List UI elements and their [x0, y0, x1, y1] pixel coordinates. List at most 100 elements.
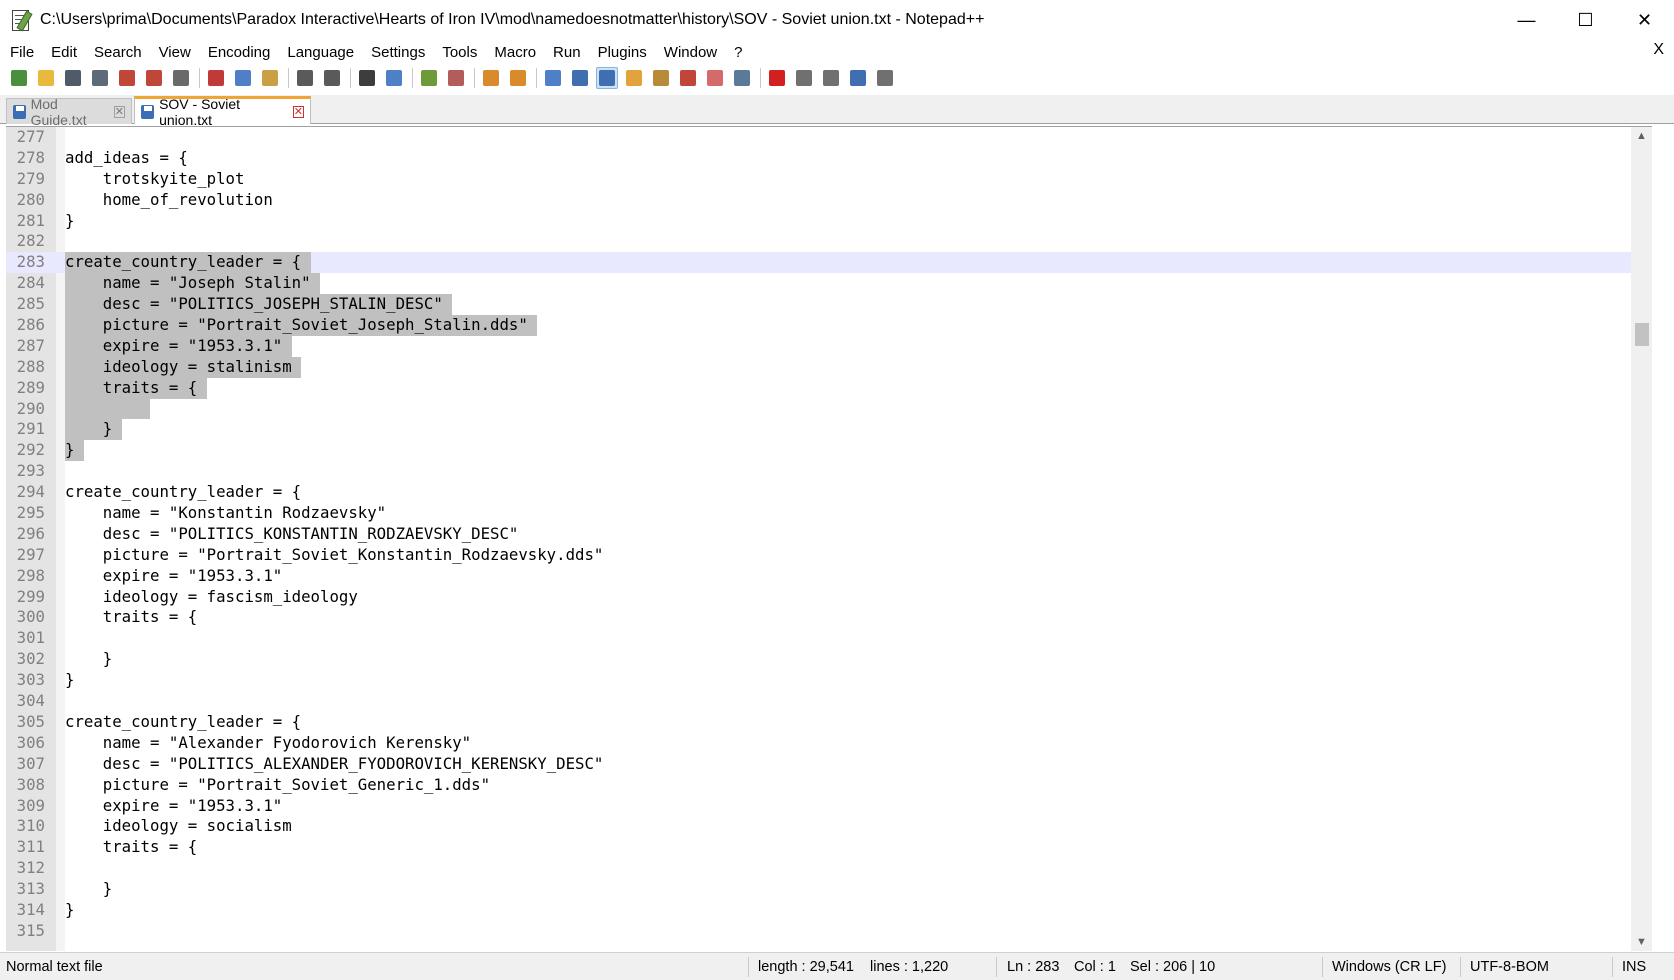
save-macro-button[interactable] [874, 67, 896, 89]
line-text[interactable]: expire = "1953.3.1" [65, 335, 292, 357]
code-line[interactable]: 286 picture = "Portrait_Soviet_Joseph_St… [6, 315, 1646, 336]
code-line[interactable]: 277 [6, 127, 1646, 148]
folder-workspace-button[interactable] [704, 67, 726, 89]
menu-run[interactable]: Run [543, 44, 588, 61]
menu-tools[interactable]: Tools [432, 44, 484, 61]
line-text[interactable]: create_country_leader = { [65, 252, 311, 274]
code-line[interactable]: 303} [6, 670, 1646, 691]
menu-file[interactable]: File [0, 44, 41, 61]
tab-mod-guide[interactable]: Mod Guide.txt ✕ [6, 96, 132, 128]
close-document-button[interactable]: X [1653, 41, 1664, 59]
line-text[interactable]: ideology = stalinism [65, 356, 302, 378]
code-line[interactable]: 302 } [6, 649, 1646, 670]
menu-settings[interactable]: Settings [361, 44, 432, 61]
menu-edit[interactable]: Edit [41, 44, 84, 61]
close-window-button[interactable]: ✕ [1615, 0, 1674, 40]
show-all-chars-button[interactable] [569, 67, 591, 89]
line-text[interactable]: expire = "1953.3.1" [65, 566, 282, 587]
line-text[interactable]: } [65, 419, 122, 441]
line-text[interactable]: } [65, 879, 112, 900]
code-line[interactable]: 293 [6, 461, 1646, 482]
line-text[interactable]: ideology = fascism_ideology [65, 587, 358, 608]
code-line[interactable]: 283 create_country_leader = { [6, 252, 1646, 274]
code-line[interactable]: 292} [6, 440, 1646, 462]
redo-button[interactable] [321, 67, 343, 89]
line-text[interactable]: traits = { [65, 607, 197, 628]
code-line[interactable]: 305 create_country_leader = { [6, 712, 1646, 733]
doc-map-button[interactable] [650, 67, 672, 89]
code-line[interactable]: 307 desc = "POLITICS_ALEXANDER_FYODOROVI… [6, 754, 1646, 775]
code-line[interactable]: 280 home_of_revolution [6, 190, 1646, 211]
record-macro-button[interactable] [766, 67, 788, 89]
code-line[interactable]: 279 trotskyite_plot [6, 169, 1646, 190]
function-list-button[interactable] [677, 67, 699, 89]
line-text[interactable]: } [65, 670, 74, 691]
code-line[interactable]: 282 [6, 231, 1646, 252]
code-line[interactable]: 297 picture = "Portrait_Soviet_Konstanti… [6, 545, 1646, 566]
line-text[interactable]: picture = "Portrait_Soviet_Joseph_Stalin… [65, 315, 538, 336]
open-file-button[interactable] [35, 67, 57, 89]
code-line[interactable]: 315 [6, 921, 1646, 942]
code-line[interactable]: 310 ideology = socialism [6, 816, 1646, 837]
copy-button[interactable] [232, 67, 254, 89]
code-line[interactable]: 301 [6, 628, 1646, 649]
cut-button[interactable] [205, 67, 227, 89]
language-button[interactable] [623, 67, 645, 89]
vertical-scrollbar[interactable]: ▲ ▼ [1631, 127, 1652, 951]
line-text[interactable]: traits = { [65, 837, 197, 858]
close-all-button[interactable] [143, 67, 165, 89]
line-text[interactable]: trotskyite_plot [65, 169, 245, 190]
line-text[interactable]: picture = "Portrait_Soviet_Konstantin_Ro… [65, 545, 604, 566]
code-line[interactable]: 313 } [6, 879, 1646, 900]
maximize-button[interactable]: ☐ [1556, 0, 1615, 40]
menu-language[interactable]: Language [277, 44, 361, 61]
indent-guide-button[interactable] [596, 67, 618, 89]
code-line[interactable]: 291 } [6, 419, 1646, 441]
line-text[interactable]: desc = "POLITICS_KONSTANTIN_RODZAEVSKY_D… [65, 524, 519, 545]
find-button[interactable] [356, 67, 378, 89]
tab-close-icon[interactable]: ✕ [292, 105, 305, 118]
line-text[interactable]: home_of_revolution [65, 190, 273, 211]
new-file-button[interactable] [8, 67, 30, 89]
line-text[interactable]: } [65, 900, 74, 921]
zoom-out-button[interactable] [445, 67, 467, 89]
code-line[interactable]: 290 [6, 398, 1646, 420]
line-text[interactable]: } [65, 440, 84, 462]
menu-encoding[interactable]: Encoding [198, 44, 278, 61]
code-line[interactable]: 284 name = "Joseph Stalin" [6, 273, 1646, 295]
code-line[interactable]: 300 traits = { [6, 607, 1646, 628]
code-line[interactable]: 308 picture = "Portrait_Soviet_Generic_1… [6, 775, 1646, 796]
code-line[interactable]: 287 expire = "1953.3.1" [6, 335, 1646, 357]
line-text[interactable] [65, 398, 151, 420]
status-encoding[interactable]: UTF-8-BOM [1470, 959, 1549, 975]
sync-horizontal-button[interactable] [507, 67, 529, 89]
playback-macro-button[interactable] [820, 67, 842, 89]
stop-record-button[interactable] [793, 67, 815, 89]
menu-view[interactable]: View [149, 44, 198, 61]
print-button[interactable] [170, 67, 192, 89]
minimize-button[interactable]: — [1497, 0, 1556, 40]
code-line[interactable]: 306 name = "Alexander Fyodorovich Kerens… [6, 733, 1646, 754]
line-text[interactable]: name = "Konstantin Rodzaevsky" [65, 503, 386, 524]
replace-button[interactable] [383, 67, 405, 89]
save-all-button[interactable] [89, 67, 111, 89]
menu-help[interactable]: ? [724, 44, 749, 61]
scrollbar-thumb[interactable] [1635, 323, 1649, 346]
zoom-in-button[interactable] [418, 67, 440, 89]
code-line[interactable]: 299 ideology = fascism_ideology [6, 587, 1646, 608]
undo-button[interactable] [294, 67, 316, 89]
line-text[interactable]: create_country_leader = { [65, 712, 301, 733]
code-line[interactable]: 288 ideology = stalinism [6, 356, 1646, 378]
code-line[interactable]: 309 expire = "1953.3.1" [6, 796, 1646, 817]
line-text[interactable]: } [65, 649, 112, 670]
menu-macro[interactable]: Macro [484, 44, 543, 61]
line-text[interactable]: add_ideas = { [65, 148, 188, 169]
code-line[interactable]: 304 [6, 691, 1646, 712]
line-text[interactable]: desc = "POLITICS_JOSEPH_STALIN_DESC" [65, 294, 453, 316]
code-line[interactable]: 281} [6, 211, 1646, 232]
line-text[interactable]: name = "Alexander Fyodorovich Kerensky" [65, 733, 471, 754]
monitoring-button[interactable] [731, 67, 753, 89]
status-eol[interactable]: Windows (CR LF) [1332, 959, 1446, 975]
code-line[interactable]: 294 create_country_leader = { [6, 482, 1646, 503]
tab-close-icon[interactable]: ✕ [113, 105, 125, 118]
